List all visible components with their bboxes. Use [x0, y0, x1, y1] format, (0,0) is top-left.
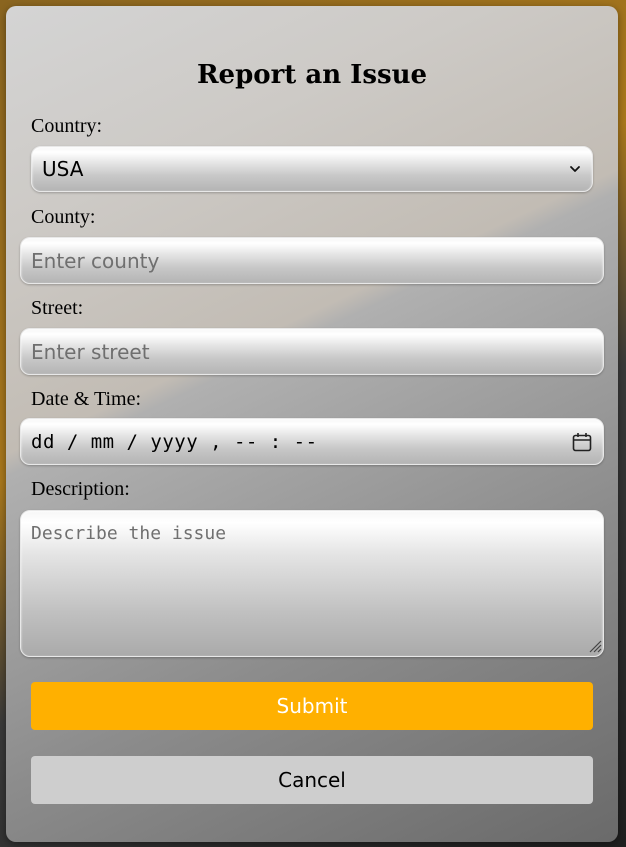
- description-label: Description:: [31, 478, 130, 500]
- report-issue-dialog: Report an Issue Country: USA County: Str…: [6, 6, 618, 842]
- resize-grip-icon[interactable]: [588, 639, 602, 653]
- calendar-icon[interactable]: [571, 431, 593, 453]
- country-label: Country:: [31, 115, 103, 137]
- chevron-down-icon: [570, 166, 580, 172]
- datetime-placeholder: dd / mm / yyyy , -- : --: [31, 430, 318, 453]
- datetime-input[interactable]: dd / mm / yyyy , -- : --: [20, 418, 604, 465]
- street-label: Street:: [31, 297, 84, 319]
- county-input[interactable]: [20, 237, 604, 284]
- country-select[interactable]: USA: [31, 146, 593, 192]
- street-input[interactable]: [20, 328, 604, 375]
- country-selected-value: USA: [42, 157, 84, 181]
- description-textarea[interactable]: [20, 510, 604, 657]
- dialog-title: Report an Issue: [196, 60, 428, 90]
- submit-button[interactable]: Submit: [31, 682, 593, 730]
- datetime-label: Date & Time:: [31, 388, 142, 410]
- county-label: County:: [31, 206, 96, 228]
- cancel-button[interactable]: Cancel: [31, 756, 593, 804]
